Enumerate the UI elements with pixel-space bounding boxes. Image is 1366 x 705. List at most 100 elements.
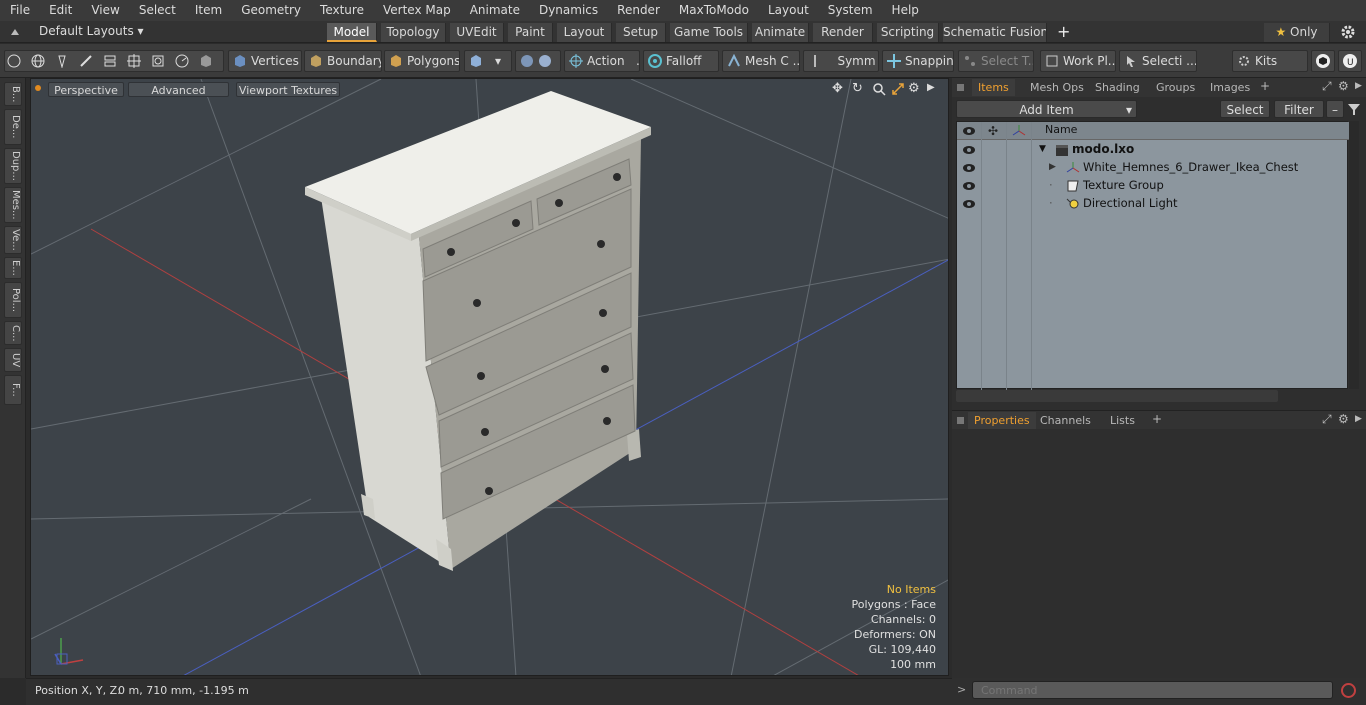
snapping-button[interactable]: Snapping: [882, 50, 954, 72]
circle-select-icon[interactable]: [7, 54, 21, 68]
tab-paint[interactable]: Paint: [508, 23, 553, 42]
visibility-eye-icon[interactable]: [962, 161, 976, 173]
collapse-arrow-icon[interactable]: ▶: [1049, 158, 1056, 176]
left-tab-mesh-edit[interactable]: Mes...: [4, 187, 22, 223]
visibility-eye-icon[interactable]: [962, 143, 976, 155]
left-tab-vertex[interactable]: Ve...: [4, 226, 22, 254]
header-axis-icon[interactable]: [1012, 124, 1026, 138]
menu-help[interactable]: Help: [882, 0, 928, 21]
select-through-button[interactable]: Select T...: [958, 50, 1034, 72]
gear-icon[interactable]: [1340, 24, 1356, 40]
zoom-icon[interactable]: [872, 82, 886, 96]
falloff-button[interactable]: Falloff: [643, 50, 719, 72]
symmetry-spheres-group[interactable]: [515, 50, 561, 72]
globe-icon[interactable]: [31, 54, 45, 68]
tab-setup[interactable]: Setup: [616, 23, 666, 42]
panel-expand-icon[interactable]: ⤢: [1322, 79, 1332, 94]
polygons-button[interactable]: Polygons: [384, 50, 460, 72]
tab-lists[interactable]: Lists: [1104, 412, 1141, 429]
command-input[interactable]: [972, 681, 1333, 699]
left-tab-deform[interactable]: De...: [4, 109, 22, 145]
menu-select[interactable]: Select: [129, 0, 185, 21]
align-icon[interactable]: [103, 54, 117, 68]
left-tab-edge[interactable]: E...: [4, 257, 22, 279]
select-button[interactable]: Select: [1220, 100, 1270, 118]
left-tab-polygon[interactable]: Pol...: [4, 282, 22, 318]
visibility-eye-icon[interactable]: [962, 179, 976, 191]
properties-expand-icon[interactable]: ⤢: [1322, 412, 1332, 427]
menu-system[interactable]: System: [818, 0, 882, 21]
layout-selector[interactable]: Default Layouts ▾: [39, 24, 144, 38]
command-record-icon[interactable]: [1340, 682, 1357, 699]
tab-groups[interactable]: Groups: [1150, 79, 1201, 96]
list-item[interactable]: · Directional Light: [957, 194, 1349, 212]
tab-mesh-ops[interactable]: Mesh Ops: [1024, 79, 1090, 96]
perspective-dropdown[interactable]: Perspective: [48, 82, 124, 97]
tab-shading[interactable]: Shading: [1089, 79, 1146, 96]
list-item[interactable]: ▶ White_Hemnes_6_Drawer_Ikea_Chest: [957, 158, 1349, 176]
pan-icon[interactable]: ✥: [832, 81, 843, 96]
kits-button[interactable]: Kits: [1232, 50, 1308, 72]
tab-layout[interactable]: Layout: [557, 23, 612, 42]
center-icon[interactable]: [127, 54, 141, 68]
only-toggle[interactable]: ★ Only: [1264, 23, 1330, 42]
tab-schematic-fusion[interactable]: Schematic Fusion: [943, 23, 1047, 42]
menu-geometry[interactable]: Geometry: [231, 0, 310, 21]
panel-arrow-icon[interactable]: ▶: [1355, 81, 1362, 91]
menu-view[interactable]: View: [81, 0, 128, 21]
properties-gear-icon[interactable]: ⚙: [1338, 412, 1349, 426]
left-tab-curve[interactable]: C...: [4, 321, 22, 345]
left-tab-duplicate[interactable]: Dup...: [4, 148, 22, 184]
item-mode-icon[interactable]: [199, 54, 213, 68]
header-eye-icon[interactable]: [962, 125, 976, 137]
panel-menu-icon[interactable]: [957, 84, 964, 91]
symmetry-button[interactable]: Symm ...: [803, 50, 879, 72]
properties-menu-icon[interactable]: [957, 417, 964, 424]
unreal-button[interactable]: U: [1338, 50, 1362, 72]
tab-game-tools[interactable]: Game Tools: [670, 23, 748, 42]
tab-uvedit[interactable]: UVEdit: [450, 23, 504, 42]
tab-animate[interactable]: Animate: [752, 23, 809, 42]
collapse-button[interactable]: –: [1326, 100, 1344, 118]
mesh-constraint-button[interactable]: Mesh C ...: [722, 50, 800, 72]
tab-channels[interactable]: Channels: [1034, 412, 1097, 429]
timer-icon[interactable]: [175, 54, 189, 68]
funnel-icon[interactable]: [1347, 102, 1361, 116]
menu-texture[interactable]: Texture: [310, 0, 373, 21]
brush-icon[interactable]: [79, 54, 93, 68]
maximize-icon[interactable]: [891, 82, 905, 96]
material-mode-button[interactable]: ▾: [464, 50, 512, 72]
add-properties-tab-icon[interactable]: +: [1152, 412, 1162, 426]
viewport-textures-dropdown[interactable]: Viewport Textures: [236, 82, 340, 97]
viewport-menu-dot-icon[interactable]: [35, 85, 41, 91]
work-plane-button[interactable]: Work Pl...: [1040, 50, 1116, 72]
menu-layout[interactable]: Layout: [758, 0, 818, 21]
advanced-dropdown[interactable]: Advanced: [128, 82, 229, 97]
pivot-icon[interactable]: [151, 54, 165, 68]
boundary-button[interactable]: Boundary: [304, 50, 382, 72]
properties-arrow-icon[interactable]: ▶: [1355, 414, 1362, 424]
menu-dynamics[interactable]: Dynamics: [529, 0, 607, 21]
menu-maxtomodo[interactable]: MaxToModo: [669, 0, 758, 21]
chest-model[interactable]: [305, 91, 651, 571]
tab-items[interactable]: Items: [972, 79, 1015, 96]
layout-arrow-icon[interactable]: [8, 25, 22, 39]
add-tab-icon[interactable]: +: [1057, 22, 1070, 41]
tab-topology[interactable]: Topology: [381, 23, 446, 42]
vertices-button[interactable]: Vertices: [228, 50, 302, 72]
header-lock-icon[interactable]: ✣: [988, 124, 998, 138]
left-tab-fusion[interactable]: F...: [4, 375, 22, 405]
tab-images[interactable]: Images: [1204, 79, 1256, 96]
menu-render[interactable]: Render: [607, 0, 669, 21]
menu-edit[interactable]: Edit: [39, 0, 81, 21]
name-column-header[interactable]: Name: [1045, 123, 1077, 136]
left-tab-basic[interactable]: B...: [4, 82, 22, 106]
action-center-button[interactable]: Action ...: [564, 50, 640, 72]
tab-model[interactable]: Model: [327, 23, 377, 42]
list-item[interactable]: · Texture Group: [957, 176, 1349, 194]
unity-button[interactable]: [1311, 50, 1335, 72]
tab-scripting[interactable]: Scripting: [877, 23, 939, 42]
tab-render[interactable]: Render: [813, 23, 873, 42]
panel-gear-icon[interactable]: ⚙: [1338, 79, 1349, 93]
item-list-h-scrollbar[interactable]: [956, 390, 1278, 402]
